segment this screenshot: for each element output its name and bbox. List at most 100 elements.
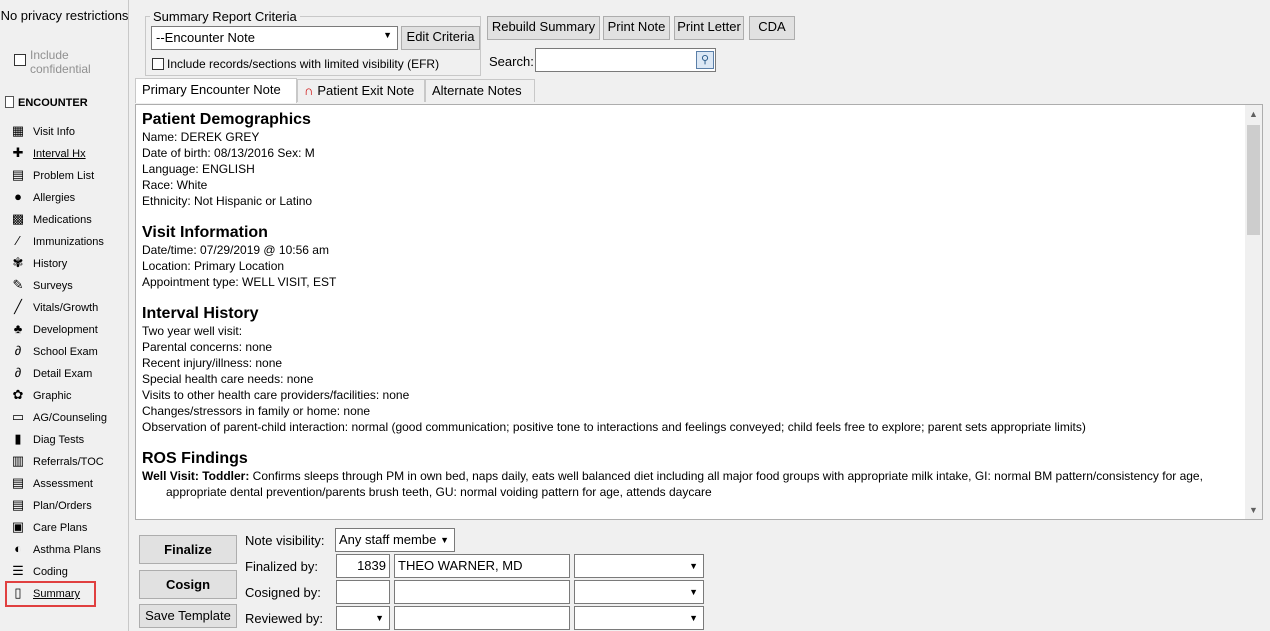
section-title: Interval History [142, 305, 259, 322]
vertical-scrollbar[interactable]: ▲ ▼ [1245, 105, 1262, 519]
reviewed-by-select[interactable]: ▼ [574, 606, 704, 630]
sidebar-item-asthma-plans[interactable]: ◐ Asthma Plans [10, 538, 101, 560]
ros-finding-label: Well Visit: Toddler: [142, 469, 250, 483]
print-letter-button[interactable]: Print Letter [674, 16, 744, 40]
visit-location: Location: Primary Location [142, 259, 285, 273]
patient-language: Language: ENGLISH [142, 162, 255, 176]
sidebar-item-interval-hx[interactable]: ✚ Interval Hx [10, 142, 86, 164]
save-template-button[interactable]: Save Template [139, 604, 237, 628]
note-viewer[interactable]: Patient Demographics Name: DEREK GREY Da… [135, 104, 1263, 520]
sidebar-item-label: Referrals/TOC [33, 456, 104, 468]
edit-criteria-button[interactable]: Edit Criteria [401, 26, 480, 50]
sidebar-item-label: Care Plans [33, 522, 88, 534]
finalized-by-id[interactable]: 1839 [336, 554, 390, 578]
sidebar-item-immunizations[interactable]: ⁄ Immunizations [10, 230, 104, 252]
sidebar-item-ag-counseling[interactable]: ▭ AG/Counseling [10, 406, 107, 428]
problem-list-icon: ▤ [11, 167, 25, 182]
note-visibility-value: Any staff membe [339, 532, 437, 547]
care-plans-icon: ▣ [11, 519, 25, 534]
rebuild-summary-button[interactable]: Rebuild Summary [487, 16, 600, 40]
surveys-icon: ✎ [12, 277, 24, 292]
sidebar-item-label: Graphic [33, 390, 72, 402]
sidebar-item-diag-tests[interactable]: ▮ Diag Tests [10, 428, 84, 450]
sidebar-item-visit-info[interactable]: ▦ Visit Info [10, 120, 75, 142]
sidebar-item-label: History [33, 258, 68, 270]
reviewed-by-id-select[interactable]: ▼ [336, 606, 390, 630]
sidebar-item-development[interactable]: ♣ Development [10, 318, 98, 340]
encounter-section-header: ENCOUNTER [5, 96, 88, 109]
tab-primary-encounter-note[interactable]: Primary Encounter Note [135, 78, 297, 103]
cosigned-by-select[interactable]: ▼ [574, 580, 704, 604]
include-confidential-checkbox[interactable]: Include confidential [14, 48, 128, 76]
sidebar-item-surveys[interactable]: ✎ Surveys [10, 274, 73, 296]
tab-alternate-notes[interactable]: Alternate Notes [425, 79, 535, 102]
visit-appointment-type: Appointment type: WELL VISIT, EST [142, 275, 337, 289]
privacy-status: No privacy restrictions [0, 8, 129, 23]
search-icon[interactable]: ⚲ [696, 51, 714, 69]
criteria-legend: Summary Report Criteria [150, 9, 300, 24]
development-icon: ♣ [13, 321, 23, 336]
sidebar-item-coding[interactable]: ☰ Coding [10, 560, 68, 582]
document-icon [5, 96, 14, 108]
finalized-by-name[interactable]: THEO WARNER, MD [394, 554, 570, 578]
stethoscope-icon: ∂ [14, 343, 22, 358]
asthma-plans-icon: ◐ [14, 541, 22, 556]
coding-icon: ☰ [12, 563, 24, 578]
scroll-thumb[interactable] [1247, 125, 1260, 235]
sidebar-item-label: Vitals/Growth [33, 302, 99, 314]
scroll-down-icon[interactable]: ▼ [1245, 505, 1262, 515]
sidebar-item-vitals-growth[interactable]: ╱ Vitals/Growth [10, 296, 98, 318]
sidebar-item-history[interactable]: ✾ History [10, 252, 68, 274]
interval-line: Special health care needs: none [142, 372, 314, 386]
cosign-button[interactable]: Cosign [139, 570, 237, 599]
sidebar-item-plan-orders[interactable]: ▤ Plan/Orders [10, 494, 92, 516]
interval-line: Visits to other health care providers/fa… [142, 388, 410, 402]
cda-button[interactable]: CDA [749, 16, 795, 40]
summary-highlight-box [5, 581, 96, 607]
sidebar-item-care-plans[interactable]: ▣ Care Plans [10, 516, 88, 538]
finalized-by-select[interactable]: ▼ [574, 554, 704, 578]
sidebar-item-school-exam[interactable]: ∂ School Exam [10, 340, 98, 362]
stethoscope-icon: ∂ [14, 365, 22, 380]
tab-patient-exit-note-label: Patient Exit Note [317, 83, 415, 98]
sidebar-item-label: Detail Exam [33, 368, 93, 380]
history-icon: ✾ [12, 255, 24, 270]
sidebar-item-label: Assessment [33, 478, 93, 490]
finalize-button[interactable]: Finalize [139, 535, 237, 564]
tab-patient-exit-note[interactable]: ∩ Patient Exit Note [297, 79, 425, 102]
chevron-down-icon: ▼ [375, 613, 384, 623]
assessment-icon: ▤ [11, 475, 25, 490]
sidebar-item-label: Visit Info [33, 126, 75, 138]
sidebar-item-medications[interactable]: ▩ Medications [10, 208, 92, 230]
encounter-section-title: ENCOUNTER [18, 97, 88, 109]
scroll-up-icon[interactable]: ▲ [1245, 109, 1262, 119]
efr-checkbox[interactable]: Include records/sections with limited vi… [152, 57, 439, 71]
graphic-icon: ✿ [12, 387, 24, 402]
cosigned-by-name[interactable] [394, 580, 570, 604]
cosigned-by-label: Cosigned by: [245, 585, 321, 600]
note-visibility-select[interactable]: Any staff membe ▼ [335, 528, 455, 552]
cosigned-by-id[interactable] [336, 580, 390, 604]
interval-hx-icon: ✚ [12, 145, 24, 160]
sidebar-item-detail-exam[interactable]: ∂ Detail Exam [10, 362, 93, 384]
sidebar-item-referrals-toc[interactable]: ▥ Referrals/TOC [10, 450, 104, 472]
sidebar-item-graphic[interactable]: ✿ Graphic [10, 384, 72, 406]
sidebar-item-problem-list[interactable]: ▤ Problem List [10, 164, 94, 186]
chevron-down-icon: ▼ [689, 587, 698, 597]
search-input[interactable]: ⚲ [535, 48, 716, 72]
include-confidential-label: Include confidential [30, 48, 91, 76]
checkbox-icon[interactable] [152, 58, 164, 70]
sidebar-item-label: School Exam [33, 346, 98, 358]
criteria-select[interactable]: --Encounter Note ▼ [151, 26, 398, 50]
sidebar-item-label: Surveys [33, 280, 73, 292]
section-title: Patient Demographics [142, 111, 311, 128]
sidebar-item-assessment[interactable]: ▤ Assessment [10, 472, 93, 494]
sidebar-item-allergies[interactable]: ● Allergies [10, 186, 75, 208]
ros-finding-text: Confirms sleeps through PM in own bed, n… [166, 469, 1203, 499]
immunizations-icon: ⁄ [16, 233, 20, 248]
chevron-down-icon: ▼ [440, 535, 449, 545]
checkbox-icon[interactable] [14, 54, 26, 66]
note-content: Patient Demographics Name: DEREK GREY Da… [142, 111, 1232, 515]
reviewed-by-name[interactable] [394, 606, 570, 630]
print-note-button[interactable]: Print Note [603, 16, 670, 40]
